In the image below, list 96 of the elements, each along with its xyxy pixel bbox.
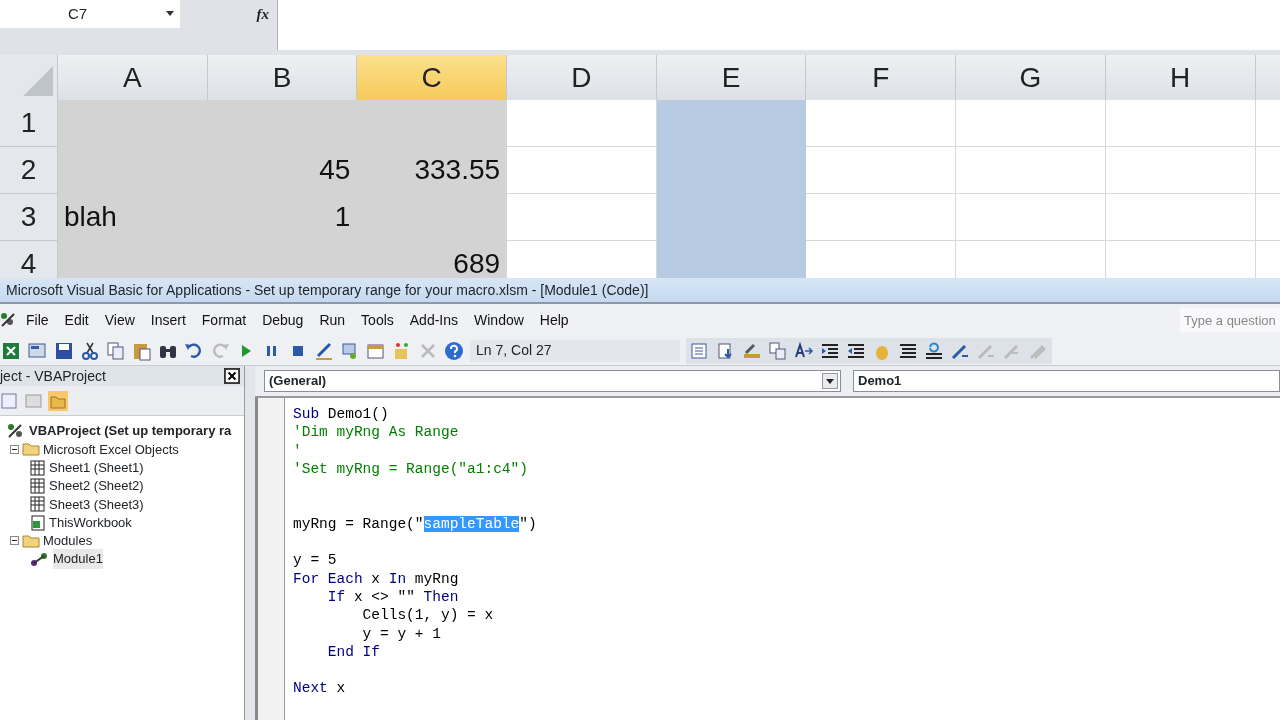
spreadsheet-cell[interactable] <box>806 147 957 194</box>
toggle-icon[interactable] <box>10 444 19 454</box>
function-button[interactable]: fx <box>180 0 277 28</box>
panel-title: ject - VBAProject <box>0 366 106 386</box>
menu-item[interactable]: Help <box>531 309 577 331</box>
procedure-dropdown[interactable]: Demo1 <box>853 370 1280 392</box>
menu-item[interactable]: Debug <box>254 309 312 331</box>
column-header[interactable]: E <box>656 55 807 100</box>
list-icon[interactable] <box>690 340 710 361</box>
spreadsheet-cell[interactable] <box>956 147 1106 194</box>
column-header[interactable]: A <box>58 55 208 100</box>
help-icon[interactable] <box>444 340 464 361</box>
row-header[interactable]: 2 <box>0 147 58 194</box>
redo-icon[interactable] <box>210 340 230 361</box>
tree-item[interactable]: Sheet1 (Sheet1) <box>49 458 144 478</box>
spreadsheet-cell[interactable] <box>806 194 957 241</box>
spreadsheet-icon[interactable] <box>2 340 22 361</box>
tree-item[interactable]: VBAProject (Set up temporary ra <box>29 421 232 441</box>
name-box[interactable]: C7 <box>0 0 180 28</box>
design-mode-icon[interactable] <box>314 340 334 361</box>
close-button[interactable] <box>224 368 240 384</box>
menu-item[interactable]: Insert <box>142 309 194 331</box>
spreadsheet-cell[interactable] <box>656 241 807 278</box>
copy-icon[interactable] <box>106 340 126 361</box>
spreadsheet-cell[interactable] <box>507 241 657 278</box>
spreadsheet-cell[interactable]: blah <box>58 194 208 241</box>
sheet-icon <box>30 478 46 495</box>
column-header[interactable]: C <box>357 55 508 100</box>
row-header[interactable]: 3 <box>0 194 58 241</box>
spreadsheet-cell[interactable] <box>507 147 657 194</box>
column-header[interactable]: G <box>956 55 1106 100</box>
workbook-icon <box>30 514 46 531</box>
folder-icon[interactable] <box>48 390 68 411</box>
tree-item[interactable]: Module1 <box>53 549 103 569</box>
splitter[interactable] <box>245 366 255 720</box>
spreadsheet-cell[interactable] <box>1255 241 1280 278</box>
pages-icon[interactable] <box>768 340 788 361</box>
menu-item[interactable]: Edit <box>56 309 97 331</box>
view-code-icon[interactable] <box>0 390 20 411</box>
undo-icon[interactable] <box>184 340 204 361</box>
tree-item[interactable]: Sheet3 (Sheet3) <box>49 494 144 515</box>
select-all-icon[interactable] <box>23 66 53 96</box>
spreadsheet-cell[interactable] <box>1255 147 1280 194</box>
spreadsheet-cell[interactable] <box>1105 100 1256 147</box>
folder-icon <box>22 442 40 457</box>
code-editor[interactable]: Sub Demo1() 'Dim myRng As Range ' 'Set myRng = Range("a1:c4") myRng = Range("sampleTable") y = 5 For Each x In myRng If x <> "" Then Cells(1, y) = x y = y + 1 End If Next x <box>285 398 537 720</box>
row-header[interactable]: 4 <box>0 241 58 278</box>
spreadsheet-cell[interactable]: 689 <box>357 241 508 278</box>
save-icon[interactable] <box>54 340 74 361</box>
spreadsheet-cell[interactable]: 45 <box>207 147 358 194</box>
column-header[interactable]: D <box>507 55 657 100</box>
tree-item[interactable]: ThisWorkbook <box>49 512 132 533</box>
spreadsheet-cell[interactable] <box>1105 194 1256 241</box>
spreadsheet-cell[interactable] <box>507 194 657 241</box>
spreadsheet-cell[interactable] <box>956 194 1106 241</box>
spreadsheet-cell[interactable] <box>806 241 957 278</box>
spreadsheet-cell[interactable] <box>1255 100 1280 147</box>
spreadsheet-cell[interactable] <box>507 100 657 147</box>
uncomment-block-icon[interactable] <box>924 340 944 361</box>
sheet-icon <box>30 496 46 513</box>
folder-icon <box>22 533 40 548</box>
object-dropdown[interactable]: (General) <box>264 370 841 392</box>
spreadsheet-cell[interactable] <box>1255 194 1280 241</box>
spreadsheet-cell[interactable] <box>956 241 1106 278</box>
tree-item[interactable]: Sheet2 (Sheet2) <box>49 476 144 496</box>
menu-item[interactable]: File <box>18 309 57 331</box>
toggle-icon[interactable] <box>10 536 19 546</box>
caret-icon <box>826 378 834 384</box>
formula-field[interactable] <box>277 0 1280 50</box>
spreadsheet-cell[interactable]: 1 <box>207 194 358 241</box>
row-header[interactable]: 1 <box>0 100 58 147</box>
menu-item[interactable]: Add-Ins <box>401 309 467 331</box>
spreadsheet-cell[interactable] <box>1105 147 1256 194</box>
module-icon <box>30 551 50 568</box>
column-header[interactable]: B <box>207 55 358 100</box>
sheet-icon <box>30 459 46 476</box>
column-header[interactable]: F <box>806 55 957 100</box>
menu-item[interactable]: Tools <box>353 309 402 331</box>
spreadsheet-cell[interactable] <box>956 100 1106 147</box>
tree-item[interactable]: Microsoft Excel Objects <box>43 439 179 460</box>
column-header[interactable]: H <box>1105 55 1256 100</box>
window-title: Microsoft Visual Basic for Applications - Set up temporary range for your macro.xlsm - [Module1 (Code)] <box>0 278 1280 302</box>
caret-icon[interactable] <box>166 11 174 16</box>
spreadsheet-cell[interactable] <box>1105 241 1256 278</box>
spreadsheet-cell[interactable]: 333.55 <box>357 147 508 194</box>
spreadsheet-cell[interactable] <box>806 100 957 147</box>
tree-item[interactable]: Modules <box>43 531 93 551</box>
insert-form-icon[interactable] <box>28 340 48 361</box>
menu-item[interactable]: Format <box>193 309 255 331</box>
scissors-icon[interactable] <box>80 340 100 361</box>
menu-item[interactable]: Window <box>466 309 532 331</box>
menu-item[interactable]: Run <box>311 309 354 331</box>
help-search-field[interactable]: Type a question <box>1180 308 1280 332</box>
spreadsheet-cell[interactable] <box>656 100 807 147</box>
cursor-position: Ln 7, Col 27 <box>470 339 680 362</box>
menu-item[interactable]: View <box>96 309 143 331</box>
